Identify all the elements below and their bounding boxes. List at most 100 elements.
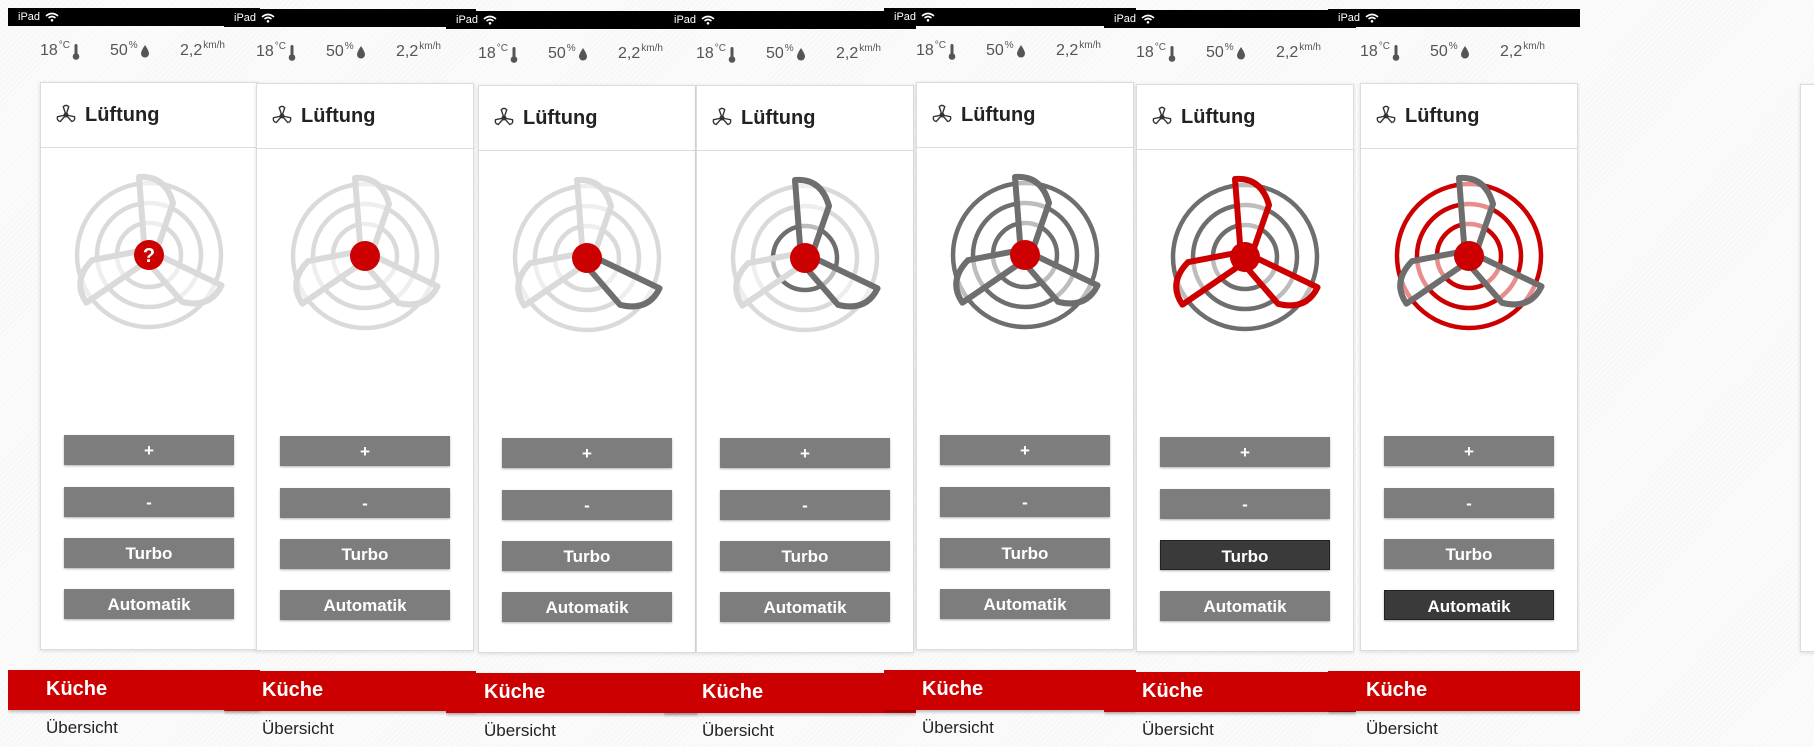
automatik-button[interactable]: Automatik [280, 590, 450, 620]
overview-link[interactable]: Übersicht [702, 721, 774, 741]
room-bar[interactable]: Küche [446, 673, 698, 713]
fan-speed-graphic[interactable] [935, 165, 1115, 345]
thermometer-icon [72, 44, 80, 60]
overview-link[interactable]: Übersicht [922, 718, 994, 738]
increase-button[interactable]: + [64, 435, 234, 465]
automatik-button[interactable]: Automatik [64, 589, 234, 619]
increase-button[interactable]: + [720, 438, 890, 468]
wifi-icon [1365, 13, 1379, 23]
increase-button[interactable]: + [280, 436, 450, 466]
overview-link[interactable]: Übersicht [1366, 719, 1438, 739]
humidity-readout: 50% [766, 43, 806, 63]
water-drop-icon [796, 48, 805, 61]
wifi-icon [1141, 14, 1155, 24]
thermometer-icon [510, 47, 518, 63]
water-drop-icon [578, 48, 587, 61]
wifi-icon [483, 15, 497, 25]
water-drop-icon [1460, 46, 1469, 59]
fan-speed-graphic[interactable] [715, 168, 895, 348]
room-bar[interactable]: Küche [884, 670, 1136, 710]
weather-bar: 18 °C 50% 2,2 km/h [1328, 41, 1580, 67]
automatik-button[interactable]: Automatik [1384, 590, 1554, 620]
weather-bar: 18 °C 50% 2,2 km/h [884, 40, 1136, 66]
ventilation-screen: iPad 18 °C 50% 2,2 km/h Lüftung [1328, 1, 1580, 745]
temperature-readout: 18 °C [256, 41, 296, 61]
turbo-button[interactable]: Turbo [280, 539, 450, 569]
overview-link[interactable]: Übersicht [262, 719, 334, 739]
device-label: iPad [894, 11, 917, 23]
turbo-button[interactable]: Turbo [502, 541, 672, 571]
wind-readout: 2,2 km/h [618, 43, 663, 62]
increase-button[interactable]: + [940, 435, 1110, 465]
fan-speed-graphic[interactable] [1379, 166, 1559, 346]
decrease-button[interactable]: - [502, 490, 672, 520]
overview-link[interactable]: Übersicht [1142, 720, 1214, 740]
wind-readout: 2,2 km/h [1500, 41, 1545, 60]
automatik-button[interactable]: Automatik [720, 592, 890, 622]
increase-button[interactable]: + [1160, 437, 1330, 467]
wind-readout: 2,2 km/h [396, 41, 441, 60]
ventilation-screen: iPad 18 °C 50% 2,2 km/h Lüftung [224, 1, 476, 745]
overview-link[interactable]: Übersicht [46, 718, 118, 738]
fan-icon [1376, 105, 1396, 124]
weather-bar: 18 °C 50% 2,2 km/h [664, 43, 916, 69]
fan-hub [1230, 242, 1260, 272]
fan-hub [572, 243, 602, 273]
temperature-readout: 18 °C [916, 40, 956, 60]
fan-speed-graphic[interactable] [1155, 167, 1335, 347]
automatik-button[interactable]: Automatik [502, 592, 672, 622]
decrease-button[interactable]: - [280, 488, 450, 518]
turbo-button[interactable]: Turbo [720, 541, 890, 571]
decrease-button[interactable]: - [940, 487, 1110, 517]
increase-button[interactable]: + [502, 438, 672, 468]
fan-hub [1010, 240, 1040, 270]
card-header: Lüftung [917, 83, 1133, 148]
room-bar[interactable]: Küche [1328, 671, 1580, 711]
device-label: iPad [18, 11, 41, 23]
card-header: Lüftung [1361, 84, 1577, 149]
fan-speed-graphic[interactable] [497, 168, 677, 348]
humidity-readout: 50% [110, 40, 150, 60]
card-title: Lüftung [741, 106, 816, 129]
device-label: iPad [1114, 13, 1137, 25]
fan-icon [494, 107, 514, 126]
room-bar[interactable]: Küche [8, 670, 260, 710]
card-title: Lüftung [85, 103, 160, 126]
fan-speed-graphic[interactable]: ? [59, 165, 239, 345]
card-title: Lüftung [523, 106, 598, 129]
decrease-button[interactable]: - [720, 490, 890, 520]
automatik-button[interactable]: Automatik [1160, 591, 1330, 621]
decrease-button[interactable]: - [64, 487, 234, 517]
next-panel-card-edge [1800, 84, 1814, 652]
water-drop-icon [140, 45, 149, 58]
fan-speed-graphic[interactable] [275, 166, 455, 346]
thermometer-icon [1392, 45, 1400, 61]
increase-button[interactable]: + [1384, 436, 1554, 466]
overview-link[interactable]: Übersicht [484, 721, 556, 741]
weather-bar: 18 °C 50% 2,2 km/h [8, 40, 260, 66]
room-bar[interactable]: Küche [1104, 672, 1356, 712]
automatik-button[interactable]: Automatik [940, 589, 1110, 619]
room-bar[interactable]: Küche [224, 671, 476, 711]
decrease-button[interactable]: - [1160, 489, 1330, 519]
decrease-button[interactable]: - [1384, 488, 1554, 518]
room-bar[interactable]: Küche [664, 673, 916, 713]
turbo-button[interactable]: Turbo [1160, 540, 1330, 570]
status-bar: iPad [446, 11, 698, 29]
temperature-readout: 18 °C [1360, 41, 1400, 61]
wind-readout: 2,2 km/h [1276, 42, 1321, 61]
status-bar: iPad [1104, 10, 1356, 28]
fan-hub [350, 241, 380, 271]
temperature-readout: 18 °C [40, 40, 80, 60]
temperature-readout: 18 °C [696, 43, 736, 63]
card-title: Lüftung [301, 104, 376, 127]
water-drop-icon [356, 46, 365, 59]
turbo-button[interactable]: Turbo [1384, 539, 1554, 569]
card-title: Lüftung [1181, 105, 1256, 128]
ventilation-screen: iPad 18 °C 50% 2,2 km/h Lüftung [1104, 2, 1356, 746]
status-bar: iPad [884, 8, 1136, 26]
turbo-button[interactable]: Turbo [64, 538, 234, 568]
device-label: iPad [674, 14, 697, 26]
turbo-button[interactable]: Turbo [940, 538, 1110, 568]
card-header: Lüftung [257, 84, 473, 149]
